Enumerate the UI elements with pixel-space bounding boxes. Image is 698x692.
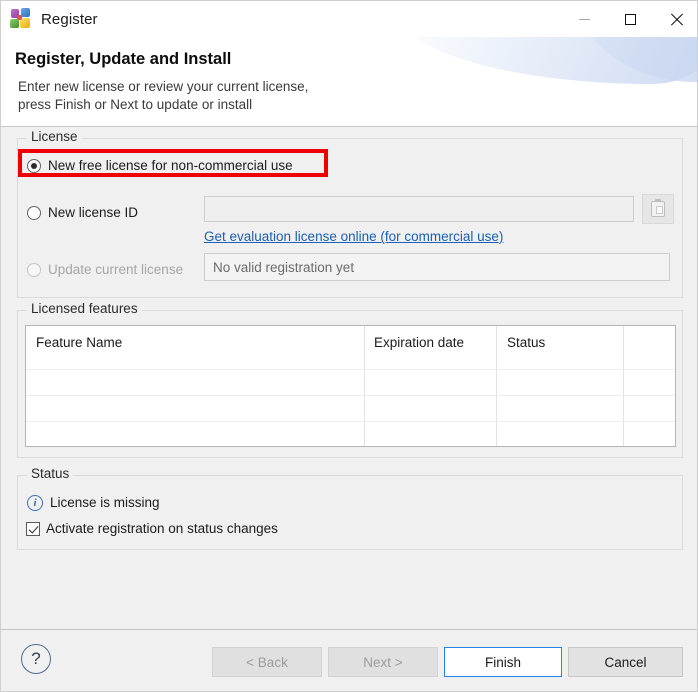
row-separator bbox=[26, 421, 675, 422]
row-separator bbox=[26, 369, 675, 370]
row-separator bbox=[26, 395, 675, 396]
license-group-top-border bbox=[18, 138, 682, 139]
page-description-line2: press Finish or Next to update or instal… bbox=[18, 97, 253, 112]
maximize-icon bbox=[624, 13, 636, 25]
status-group-legend: Status bbox=[27, 466, 74, 481]
register-dialog-window: Register Register, Update and Install En… bbox=[0, 0, 698, 692]
minimize-button[interactable] bbox=[561, 1, 607, 37]
maximize-button[interactable] bbox=[607, 1, 653, 37]
licensed-features-group: Licensed features Feature Name Expiratio… bbox=[17, 301, 683, 458]
license-id-input[interactable] bbox=[204, 196, 634, 222]
status-message: License is missing bbox=[50, 495, 160, 510]
licensed-features-table[interactable]: Feature Name Expiration date Status bbox=[25, 325, 676, 447]
close-icon bbox=[670, 13, 683, 26]
page-description: Enter new license or review your current… bbox=[18, 78, 308, 114]
status-group: Status i License is missing Activate reg… bbox=[17, 466, 683, 550]
page-description-line1: Enter new license or review your current… bbox=[18, 79, 309, 94]
column-separator bbox=[496, 326, 497, 446]
column-header-status[interactable]: Status bbox=[507, 335, 545, 350]
next-button: Next > bbox=[328, 647, 438, 677]
column-separator bbox=[623, 326, 624, 446]
column-header-feature-name[interactable]: Feature Name bbox=[36, 335, 122, 350]
radio-new-license-id-indicator bbox=[27, 205, 41, 220]
license-group: License New free license for non-commerc… bbox=[17, 129, 683, 298]
minimize-icon bbox=[578, 18, 590, 20]
license-group-legend: License bbox=[27, 129, 82, 144]
licensed-features-legend: Licensed features bbox=[27, 301, 142, 316]
radio-new-license-id-label: New license ID bbox=[48, 205, 139, 220]
radio-new-license-id[interactable]: New license ID bbox=[27, 205, 138, 220]
status-group-top-border bbox=[18, 475, 682, 476]
app-balloons-icon bbox=[10, 8, 32, 30]
activate-registration-label: Activate registration on status changes bbox=[46, 521, 278, 536]
radio-new-free-license-indicator bbox=[27, 158, 41, 173]
radio-update-current-license: Update current license bbox=[27, 262, 183, 277]
radio-new-free-license[interactable]: New free license for non-commercial use bbox=[27, 158, 293, 173]
radio-update-current-license-label: Update current license bbox=[48, 262, 184, 277]
wizard-banner: Register, Update and Install Enter new l… bbox=[1, 37, 697, 127]
cancel-button[interactable]: Cancel bbox=[568, 647, 683, 677]
page-title: Register, Update and Install bbox=[15, 50, 232, 68]
info-icon: i bbox=[27, 495, 43, 511]
back-button: < Back bbox=[212, 647, 322, 677]
title-bar: Register bbox=[1, 1, 697, 37]
dialog-content: License New free license for non-commerc… bbox=[1, 128, 697, 629]
dialog-footer: ? < Back Next > Finish Cancel bbox=[1, 629, 697, 691]
activate-registration-checkbox-indicator bbox=[26, 521, 40, 536]
close-button[interactable] bbox=[653, 1, 697, 37]
column-header-expiration-date[interactable]: Expiration date bbox=[374, 335, 464, 350]
radio-new-free-license-label: New free license for non-commercial use bbox=[48, 158, 293, 173]
window-title: Register bbox=[41, 10, 98, 28]
help-button[interactable]: ? bbox=[21, 644, 51, 674]
column-separator bbox=[364, 326, 365, 446]
window-controls bbox=[561, 1, 697, 37]
get-evaluation-license-link[interactable]: Get evaluation license online (for comme… bbox=[204, 229, 503, 244]
paste-license-button[interactable] bbox=[642, 194, 674, 224]
table-grid: Feature Name Expiration date Status bbox=[26, 326, 675, 446]
activate-registration-checkbox[interactable]: Activate registration on status changes bbox=[26, 521, 278, 536]
paste-clipboard-icon bbox=[651, 199, 665, 217]
radio-update-current-license-indicator bbox=[27, 262, 41, 277]
current-license-field: No valid registration yet bbox=[204, 253, 670, 281]
finish-button[interactable]: Finish bbox=[444, 647, 562, 677]
